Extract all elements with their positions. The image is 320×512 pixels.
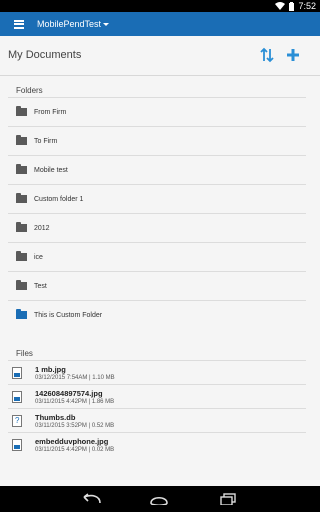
file-name: embedduvphone.jpg (35, 436, 109, 446)
nav-bar (0, 486, 320, 512)
chevron-down-icon (103, 23, 110, 26)
file-row[interactable]: 1 mb.jpg 03/12/2015 7:54AM | 1.10 MB (8, 360, 306, 384)
folder-label: This is Custom Folder (34, 311, 103, 319)
file-row[interactable]: embedduvphone.jpg 03/11/2015 4:42PM | 0.0… (8, 432, 306, 456)
folder-label: ice (34, 253, 43, 261)
folder-row[interactable]: To Firm (8, 126, 306, 155)
home-icon[interactable] (148, 493, 170, 505)
app-title-dropdown[interactable]: MobilePendTest (37, 19, 110, 29)
folders-heading: Folders (16, 86, 43, 95)
app-bar: MobilePendTest (0, 12, 320, 36)
documents-header: My Documents (0, 36, 320, 76)
folder-icon (16, 309, 27, 319)
recents-icon[interactable] (219, 493, 237, 505)
status-bar: 7:52 (0, 0, 320, 12)
file-meta: 03/11/2015 4:42PM | 1.86 MB (35, 398, 115, 405)
folder-icon (16, 222, 27, 232)
sort-icon[interactable] (260, 47, 274, 63)
file-name: Thumbs.db (35, 412, 76, 422)
unknown-file-icon (12, 414, 22, 427)
content: Folders From Firm To Firm Mobile test Custo… (0, 77, 320, 486)
menu-icon[interactable] (14, 19, 24, 29)
folder-row[interactable]: Test (8, 271, 306, 300)
folder-icon (16, 164, 27, 174)
image-file-icon (12, 366, 22, 379)
folder-label: 2012 (34, 224, 50, 232)
files-list: 1 mb.jpg 03/12/2015 7:54AM | 1.10 MB 14260… (8, 360, 306, 456)
folder-row[interactable]: Custom folder 1 (8, 184, 306, 213)
folder-row[interactable]: From Firm (8, 97, 306, 126)
file-row[interactable]: Thumbs.db03/11/2015 3:52PM | 0.52 MB (8, 408, 306, 432)
folder-row[interactable]: 2012 (8, 213, 306, 242)
folder-label: From Firm (34, 108, 67, 116)
wifi-icon (275, 2, 286, 10)
file-meta: 03/11/2015 3:52PM | 0.52 MB (35, 422, 115, 429)
folder-label: Custom folder 1 (34, 195, 84, 203)
file-name: 1426084897574.jpg (35, 388, 103, 398)
folder-row[interactable]: This is Custom Folder (8, 300, 306, 329)
files-heading: Files (16, 349, 33, 358)
folder-label: To Firm (34, 137, 58, 145)
folder-icon (16, 251, 27, 261)
folders-list: From Firm To Firm Mobile test Custom folder… (8, 97, 306, 329)
add-icon[interactable] (286, 47, 300, 63)
folder-icon (16, 135, 27, 145)
file-row[interactable]: 1426084897574.jpg 03/11/2015 4:42PM | 1.8… (8, 384, 306, 408)
folder-icon (16, 106, 27, 116)
folder-label: Test (34, 282, 47, 290)
file-info: 1 mb.jpg 03/12/2015 7:54AM | 1.10 MB (35, 365, 115, 381)
folder-icon (16, 280, 27, 290)
file-info: 1426084897574.jpg 03/11/2015 4:42PM | 1.8… (35, 389, 114, 405)
image-file-icon (12, 390, 22, 403)
status-time: 7:52 (298, 1, 316, 11)
folder-icon (16, 193, 27, 203)
folder-row[interactable]: ice (8, 242, 306, 271)
folder-row[interactable]: Mobile test (8, 155, 306, 184)
file-meta: 03/12/2015 7:54AM | 1.10 MB (35, 374, 115, 381)
file-info: Thumbs.db 03/11/2015 3:52PM | 0.52 MB (35, 413, 114, 429)
image-file-icon (12, 438, 22, 451)
file-info: embedduvphone.jpg 03/11/2015 4:42PM | 0.0… (35, 437, 114, 453)
battery-icon (289, 1, 295, 11)
back-icon[interactable] (80, 493, 102, 505)
file-meta: 03/11/2015 4:42PM | 0.02 MB (35, 446, 115, 453)
page-title: My Documents (8, 49, 82, 61)
folder-label: Mobile test (34, 166, 68, 174)
app-title: MobilePendTest (37, 19, 102, 29)
file-name: 1 mb.jpg (35, 364, 66, 374)
